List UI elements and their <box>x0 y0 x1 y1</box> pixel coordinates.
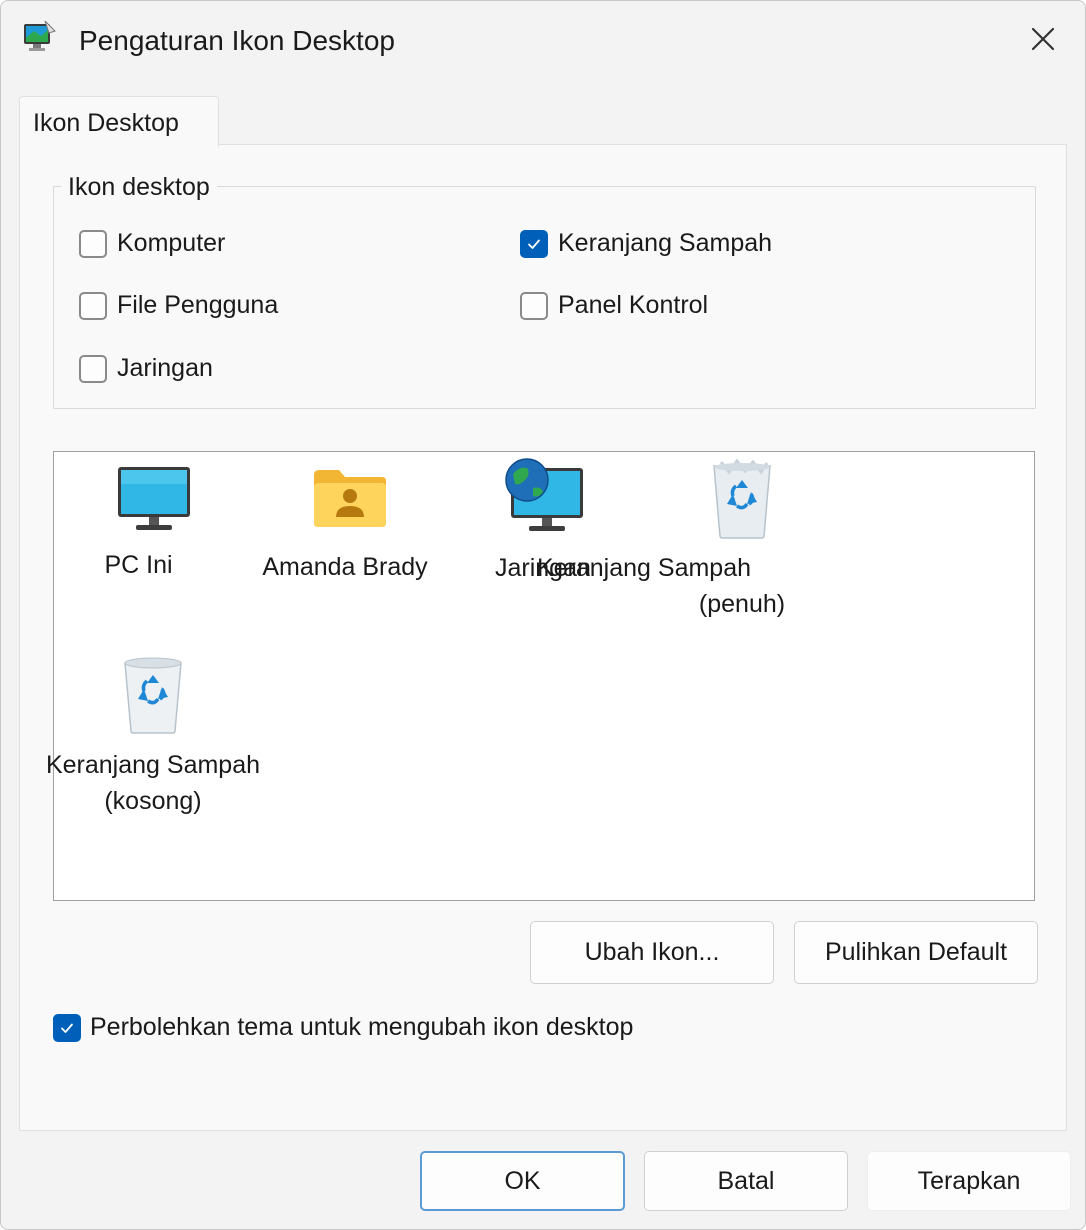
title-bar[interactable]: Pengaturan Ikon Desktop <box>1 1 1085 81</box>
preview-item-recycle-bin-full[interactable]: Keranjang Sampah (penuh) <box>531 456 791 621</box>
checkbox-jaringan[interactable]: Jaringan <box>79 354 213 383</box>
checkbox-box[interactable] <box>79 229 107 258</box>
dialog-window: Pengaturan Ikon Desktop Ikon Desktop Iko… <box>0 0 1086 1230</box>
checkbox-allow-themes[interactable]: Perbolehkan tema untuk mengubah ikon des… <box>53 1013 633 1042</box>
checkbox-box[interactable] <box>79 291 107 320</box>
checkmark-icon <box>528 239 540 249</box>
window-title: Pengaturan Ikon Desktop <box>79 25 395 56</box>
preview-item-label: Amanda Brady <box>262 553 428 581</box>
checkbox-box[interactable] <box>520 291 548 320</box>
close-button[interactable] <box>1011 11 1075 67</box>
checkbox-label: File Pengguna <box>117 291 279 319</box>
preview-item-label: PC Ini <box>104 551 173 579</box>
preview-item-user-folder[interactable]: Amanda Brady <box>256 463 446 583</box>
checkbox-box[interactable] <box>79 354 107 383</box>
checkbox-keranjang-sampah[interactable]: Keranjang Sampah <box>520 229 772 258</box>
tab-ikon-desktop[interactable]: Ikon Desktop <box>19 96 219 147</box>
apply-button[interactable]: Terapkan <box>867 1151 1071 1211</box>
preview-item-label-line1: Keranjang Sampah <box>536 554 752 582</box>
cancel-button[interactable]: Batal <box>644 1151 848 1211</box>
user-folder-icon <box>314 470 386 527</box>
checkbox-label: Keranjang Sampah <box>558 229 773 257</box>
close-icon <box>1031 27 1055 51</box>
display-properties-icon <box>24 20 56 51</box>
checkbox-box[interactable] <box>520 229 548 258</box>
preview-item-label-line1: Keranjang Sampah <box>45 751 261 779</box>
monitor-icon <box>118 467 190 530</box>
preview-item-recycle-bin-empty[interactable]: Keranjang Sampah (kosong) <box>37 653 277 823</box>
checkbox-label: Jaringan <box>117 354 213 382</box>
checkbox-label: Komputer <box>117 229 226 257</box>
checkbox-label: Perbolehkan tema untuk mengubah ikon des… <box>90 1013 634 1041</box>
checkbox-box[interactable] <box>53 1013 81 1042</box>
preview-item-label-line2: (kosong) <box>104 787 202 815</box>
preview-item-label-line2: (penuh) <box>698 590 786 618</box>
ok-button[interactable]: OK <box>420 1151 625 1211</box>
preview-item-pc-ini[interactable]: PC Ini <box>81 463 231 583</box>
checkbox-label: Panel Kontrol <box>558 291 709 319</box>
tab-label: Ikon Desktop <box>33 109 179 137</box>
recycle-bin-empty-icon <box>124 657 182 734</box>
restore-default-button[interactable]: Pulihkan Default <box>794 921 1038 984</box>
group-legend: Ikon desktop <box>61 173 217 202</box>
checkbox-file-pengguna[interactable]: File Pengguna <box>79 291 278 320</box>
change-icon-button[interactable]: Ubah Ikon... <box>530 921 774 984</box>
checkmark-icon <box>61 1023 73 1033</box>
checkbox-panel-kontrol[interactable]: Panel Kontrol <box>520 291 708 320</box>
checkbox-komputer[interactable]: Komputer <box>79 229 225 258</box>
recycle-bin-full-icon <box>713 458 771 539</box>
